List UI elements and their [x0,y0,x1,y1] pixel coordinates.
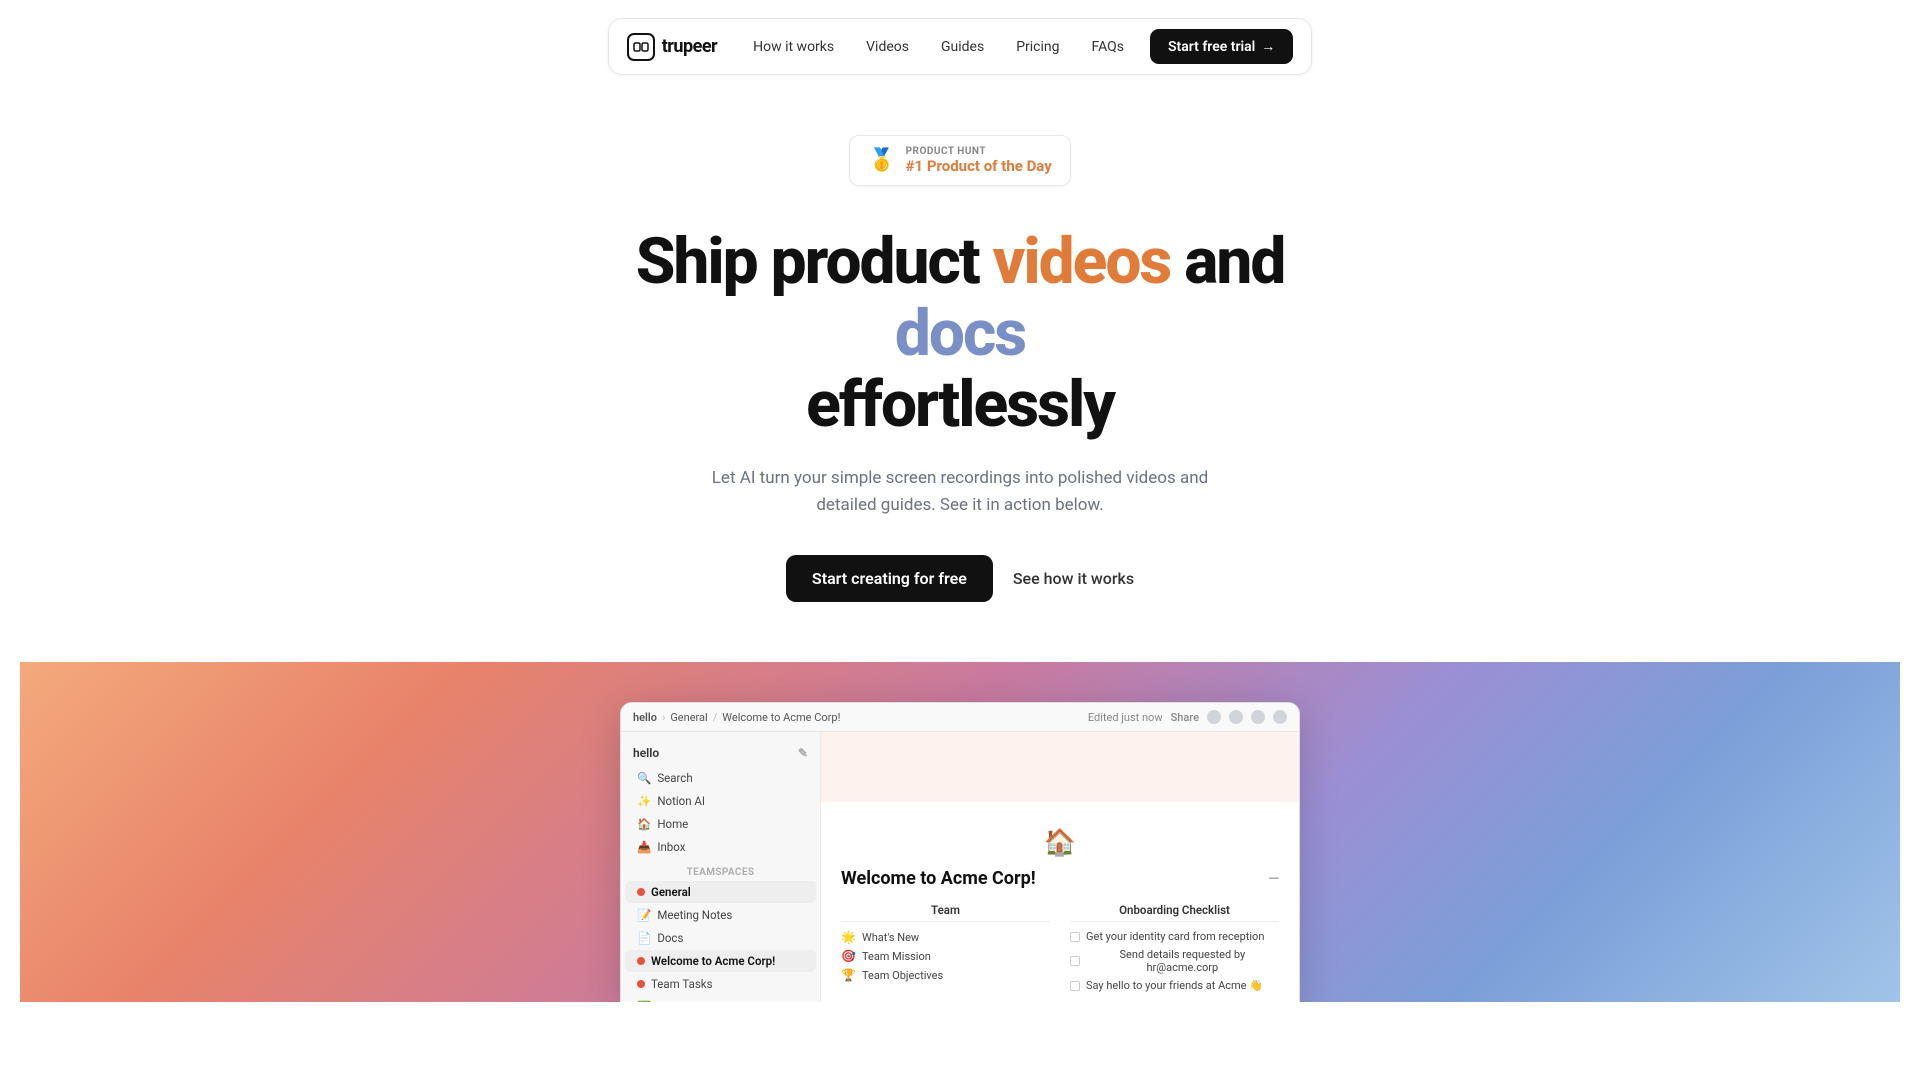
list-item: Say hello to your friends at Acme 👋 [1070,979,1279,992]
checkbox-3[interactable] [1070,981,1080,991]
whats-new-icon: 🌟 [841,930,856,944]
headline-docs-word: docs [895,296,1025,371]
list-item: Send details requested by hr@acme.corp [1070,948,1279,974]
collapse-icon[interactable]: — [1268,871,1279,887]
page-content: 🏠 Welcome to Acme Corp! — Team 🌟 [821,802,1299,1002]
start-free-trial-button[interactable]: Start free trial → [1150,29,1293,64]
checkbox-2[interactable] [1070,956,1080,966]
badge-label: PRODUCT HUNT [906,146,986,157]
window-titlebar: hello › General / Welcome to Acme Corp! … [621,703,1299,732]
tasks-dot [637,980,645,988]
sidebar-item-meeting-notes[interactable]: 📝 Meeting Notes [625,904,816,926]
notion-ai-icon: ✨ [637,794,651,808]
nav-faqs[interactable]: FAQs [1078,32,1139,62]
main-headline: Ship product videos and docs effortlessl… [570,226,1350,441]
sidebar-item-team-tasks[interactable]: Team Tasks [625,973,816,995]
sidebar-item-notion-ai[interactable]: ✨ Notion AI [625,790,816,812]
docs-icon: 📄 [637,931,651,945]
edit-icon[interactable]: ✎ [798,746,808,760]
cta-row: Start creating for free See how it works [786,555,1134,602]
sidebar-item-general[interactable]: General [625,881,816,903]
sidebar-item-inbox[interactable]: 📥 Inbox [625,836,816,858]
titlebar-actions: Edited just now Share [1088,710,1287,724]
screenshot-background: hello › General / Welcome to Acme Corp! … [20,662,1900,1002]
app-sidebar: hello ✎ 🔍 Search ✨ Notion AI 🏠 [621,732,821,1002]
badge-text: PRODUCT HUNT #1 Product of the Day [906,146,1052,175]
sidebar-header: hello ✎ [621,742,820,766]
task-list-icon: ✅ [637,1000,651,1002]
onboarding-column: Onboarding Checklist Get your identity c… [1070,903,1279,997]
navbar: trupeer How it works Videos Guides Prici… [608,18,1313,75]
sidebar-item-welcome[interactable]: Welcome to Acme Corp! [625,950,816,972]
see-how-it-works-button[interactable]: See how it works [1013,569,1134,588]
comment-icon[interactable] [1207,710,1221,724]
teamspaces-section-label: Teamspaces [621,859,820,880]
badge-title: #1 Product of the Day [906,157,1052,175]
app-window: hello › General / Welcome to Acme Corp! … [620,702,1300,1002]
team-objectives-icon: 🏆 [841,968,856,982]
sidebar-item-docs[interactable]: 📄 Docs [625,927,816,949]
sidebar-item-search[interactable]: 🔍 Search [625,767,816,789]
list-item: Get your identity card from reception [1070,930,1279,943]
team-mission-icon: 🎯 [841,949,856,963]
window-breadcrumb: hello › General / Welcome to Acme Corp! [633,711,1080,724]
hero-section: 🥇 PRODUCT HUNT #1 Product of the Day Shi… [0,75,1920,1002]
medal-emoji: 🥇 [868,148,895,173]
checkbox-1[interactable] [1070,932,1080,942]
star-icon[interactable] [1251,710,1265,724]
logo[interactable]: trupeer [627,33,717,61]
nav-videos[interactable]: Videos [852,32,923,62]
headline-videos-word: videos [993,224,1171,299]
sidebar-item-task-list[interactable]: ✅ Task List [625,996,816,1002]
page-cover [821,732,1299,802]
subheadline: Let AI turn your simple screen recording… [700,465,1220,519]
more-icon[interactable] [1273,710,1287,724]
breadcrumb-page: Welcome to Acme Corp! [722,711,840,724]
logo-icon [627,33,655,61]
search-icon: 🔍 [637,771,651,785]
screenshot-section: hello › General / Welcome to Acme Corp! … [20,662,1900,1002]
breadcrumb-general: General [670,711,707,724]
page-title: Welcome to Acme Corp! — [841,868,1279,889]
welcome-dot [637,957,645,965]
arrow-icon: → [1261,38,1275,55]
team-column-header: Team [841,903,1050,922]
nav-guides[interactable]: Guides [927,32,998,62]
navbar-wrapper: trupeer How it works Videos Guides Prici… [0,0,1920,75]
sidebar-item-home[interactable]: 🏠 Home [625,813,816,835]
share-button[interactable]: Share [1171,711,1199,724]
general-dot [637,888,645,896]
page-columns: Team 🌟 What's New 🎯 Team Mission [841,903,1279,997]
start-creating-button[interactable]: Start creating for free [786,555,993,602]
list-item: 🎯 Team Mission [841,949,1050,963]
onboarding-column-header: Onboarding Checklist [1070,903,1279,922]
app-main-content: 🏠 Welcome to Acme Corp! — Team 🌟 [821,732,1299,1002]
page-icon: 🏠 [841,818,1279,864]
list-item: 🏆 Team Objectives [841,968,1050,982]
logo-text: trupeer [662,36,717,57]
meeting-notes-icon: 📝 [637,908,651,922]
list-item: 🌟 What's New [841,930,1050,944]
nav-how-it-works[interactable]: How it works [739,32,848,62]
clock-icon[interactable] [1229,710,1243,724]
edited-label: Edited just now [1088,711,1163,724]
product-hunt-badge: 🥇 PRODUCT HUNT #1 Product of the Day [849,135,1071,186]
workspace-name: hello [633,711,657,724]
home-icon: 🏠 [637,817,651,831]
inbox-icon: 📥 [637,840,651,854]
window-body: hello ✎ 🔍 Search ✨ Notion AI 🏠 [621,732,1299,1002]
nav-pricing[interactable]: Pricing [1002,32,1073,62]
team-column: Team 🌟 What's New 🎯 Team Mission [841,903,1050,997]
